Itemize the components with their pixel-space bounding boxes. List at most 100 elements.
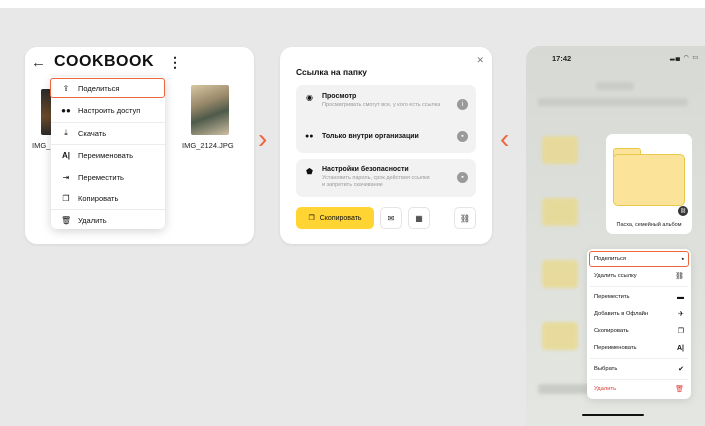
menu-item-label: Настроить доступ [78, 105, 141, 115]
home-indicator [582, 414, 644, 416]
blurred-folder [542, 198, 578, 226]
kebab-icon[interactable]: ⋮ [168, 54, 182, 71]
context-menu: Поделиться ▪ Удалить ссылку ⛓ Переместит… [587, 249, 691, 399]
menu-item-label: Копировать [78, 193, 119, 203]
close-icon[interactable]: ✕ [476, 55, 484, 66]
lock-icon: ▪ [681, 255, 684, 263]
qr-code-button[interactable]: ▦ [408, 207, 430, 229]
menu-item-rename[interactable]: A| Переименовать [51, 146, 165, 164]
phone-screen: 17:42 ▂▄ ◠ ▭ ⛓ Пасха, семейный альбом По… [526, 46, 705, 426]
context-menu: ⇪ Поделиться ●● Настроить доступ ⤓ Скача… [50, 77, 165, 229]
download-icon: ⤓ [64, 128, 68, 137]
menu-item-remove-link[interactable]: Удалить ссылку ⛓ [590, 269, 688, 283]
dialog-title: Ссылка на папку [296, 67, 367, 77]
org-only-title[interactable]: Только внутри организации [322, 133, 419, 140]
share-icon: ⇪ [62, 83, 70, 93]
copy-icon: ❐ [62, 193, 70, 203]
menu-item-select[interactable]: Выбрать ✔ [590, 362, 688, 376]
top-strip [0, 0, 705, 8]
menu-item-share[interactable]: ⇪ Поделиться [50, 78, 165, 98]
trash-icon: 🗑 [61, 215, 72, 225]
panel-header: ← COOKBOOK ⋮ [31, 53, 182, 71]
link-badge-icon: ⛓ [678, 206, 688, 216]
share-link-dialog: Ссылка на папку ✕ ◉ Просмотр Просматрива… [280, 47, 492, 244]
menu-item-label: Удалить [594, 386, 617, 392]
lock-icon[interactable]: ▪ [457, 131, 468, 142]
security-title: Настройки безопасности [322, 166, 409, 173]
menu-item-label: Переместить [594, 294, 630, 300]
lock-icon[interactable]: ▪ [457, 172, 468, 183]
security-settings-box[interactable]: ⬟ Настройки безопасности Установить паро… [296, 159, 476, 197]
menu-item-share[interactable]: Поделиться ▪ [589, 251, 689, 267]
menu-item-offline[interactable]: Добавить в Офлайн ✈ [590, 307, 688, 321]
album-name: Пасха, семейный альбом [616, 222, 682, 228]
airplane-icon: ✈ [678, 311, 684, 318]
menu-item-label: Скопировать [594, 328, 629, 334]
arrow-left-icon[interactable]: ← [31, 54, 46, 71]
mail-icon: ✉ [387, 213, 395, 223]
security-description: Установить пароль, срок действия ссылки … [322, 175, 430, 188]
file-name: IMG_ [32, 141, 51, 150]
link-button[interactable]: ⛓ [454, 207, 476, 229]
divider [51, 144, 165, 145]
menu-item-access[interactable]: ●● Настроить доступ [51, 101, 165, 119]
file-thumbnail[interactable] [191, 85, 229, 135]
divider [590, 358, 688, 359]
unlink-icon: ⛓ [675, 273, 684, 280]
rename-icon: A| [676, 344, 684, 352]
link-icon: ⛓ [459, 213, 471, 223]
blurred-folder [542, 136, 578, 164]
divider [590, 379, 688, 380]
divider [590, 286, 688, 287]
menu-item-label: Удалить ссылку [594, 273, 637, 279]
folder-icon [613, 154, 685, 206]
menu-item-copy[interactable]: Скопировать ❐ [590, 324, 688, 338]
menu-item-label: Переименовать [594, 345, 637, 351]
trash-icon: 🗑 [675, 386, 684, 393]
status-icons: ▂▄ ◠ ▭ [670, 55, 700, 61]
menu-item-download[interactable]: ⤓ Скачать [51, 124, 165, 142]
menu-item-move[interactable]: ⇥ Переместить [51, 168, 165, 186]
menu-item-label: Добавить в Офлайн [594, 311, 649, 317]
chevron-left-icon: ‹ [500, 123, 510, 154]
users-icon: ●● [61, 105, 71, 115]
rename-icon: A| [61, 150, 70, 160]
file-name: IMG_2124.JPG [182, 141, 234, 150]
blurred-toolbar [538, 98, 688, 106]
blurred-header [596, 82, 634, 90]
move-icon: ⇥ [62, 172, 70, 182]
divider [51, 122, 165, 123]
menu-item-label: Скачать [78, 128, 107, 138]
menu-item-delete[interactable]: Удалить 🗑 [590, 382, 688, 396]
users-icon: ●● [305, 133, 314, 140]
copy-button-label: Скопировать [319, 214, 362, 222]
menu-item-label: Выбрать [594, 366, 618, 372]
status-time: 17:42 [552, 54, 572, 63]
access-settings-box: ◉ Просмотр Просматривать смогут все, у к… [296, 85, 476, 153]
menu-item-label: Переименовать [78, 150, 133, 160]
divider [51, 209, 165, 210]
info-icon[interactable]: i [457, 99, 468, 110]
copy-icon: ❐ [677, 328, 684, 335]
copy-link-button[interactable]: ❐ Скопировать [296, 207, 374, 229]
email-button[interactable]: ✉ [380, 207, 402, 229]
menu-item-label: Удалить [78, 215, 107, 225]
menu-item-label: Поделиться [594, 256, 627, 262]
menu-item-label: Переместить [78, 172, 124, 182]
blurred-folder [542, 322, 578, 350]
check-circle-icon: ✔ [678, 366, 684, 373]
chevron-right-icon: › [258, 123, 268, 154]
menu-item-delete[interactable]: 🗑 Удалить [51, 211, 165, 229]
blurred-folder [542, 260, 578, 288]
file-browser-panel: ← COOKBOOK ⋮ IMG_ IMG_2124.JPG ⇪ Поделит… [25, 47, 254, 244]
move-folder-icon: ▬ [677, 293, 684, 301]
menu-item-rename[interactable]: Переименовать A| [590, 341, 688, 355]
view-description: Просматривать смогут все, у кого есть сс… [322, 102, 441, 108]
menu-item-move[interactable]: Переместить ▬ [590, 290, 688, 304]
view-title[interactable]: Просмотр [322, 93, 356, 100]
eye-icon: ◉ [306, 93, 313, 102]
album-card[interactable]: ⛓ Пасха, семейный альбом [606, 134, 692, 234]
menu-item-copy[interactable]: ❐ Копировать [51, 189, 165, 207]
folder-title: COOKBOOK [54, 53, 154, 70]
qr-code-icon: ▦ [415, 213, 423, 223]
